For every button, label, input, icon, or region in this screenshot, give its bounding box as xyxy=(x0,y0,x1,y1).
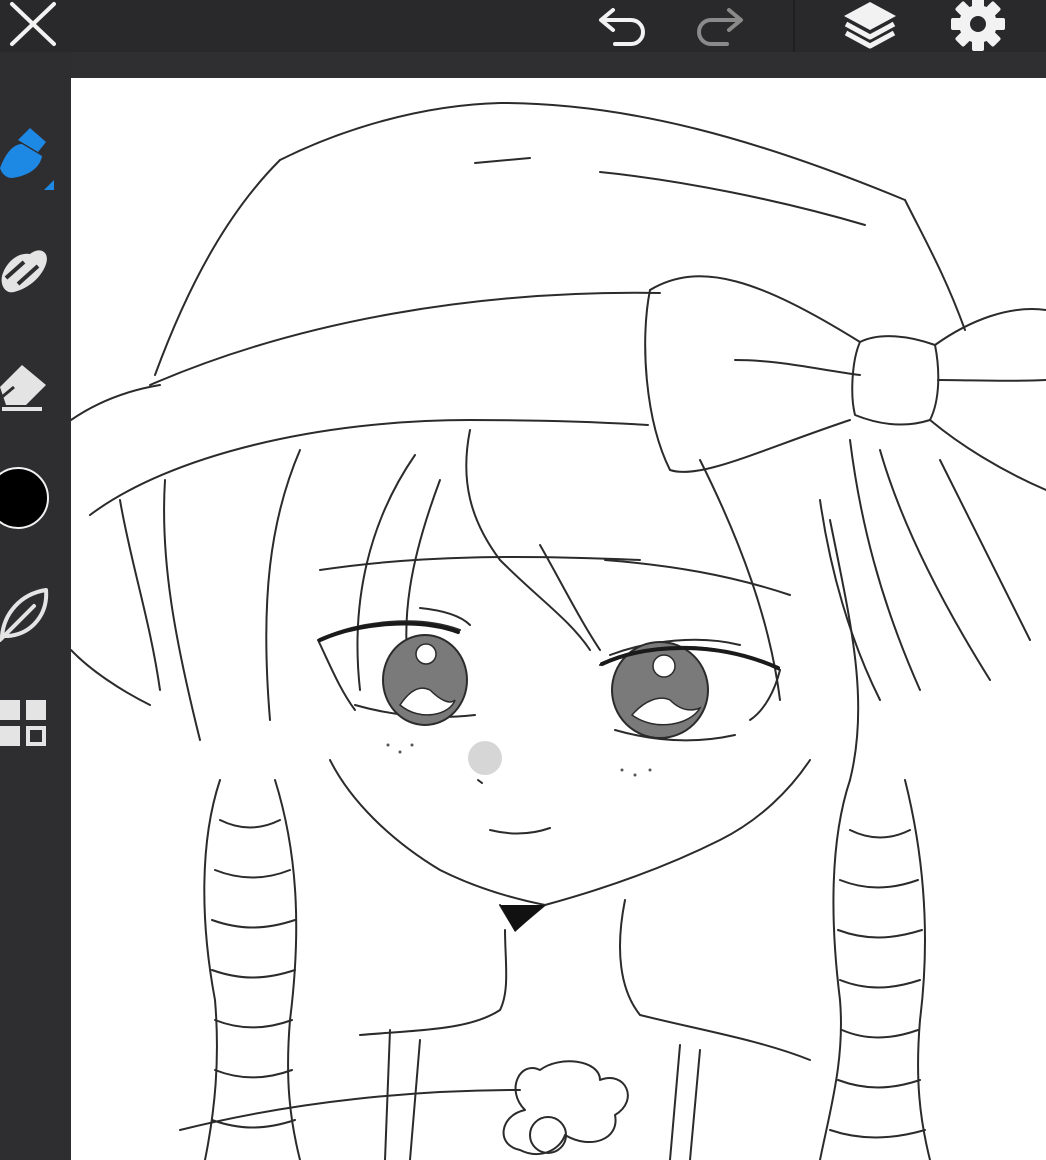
close-button[interactable] xyxy=(0,0,60,52)
tool-sidebar xyxy=(0,52,71,1160)
top-toolbar xyxy=(0,0,1046,52)
layers-button[interactable] xyxy=(830,0,910,52)
redo-button[interactable] xyxy=(684,0,754,52)
color-swatch-icon xyxy=(0,467,49,529)
leaf-icon xyxy=(0,588,49,642)
close-icon xyxy=(10,2,56,46)
gear-icon xyxy=(950,0,1005,51)
undo-button[interactable] xyxy=(588,0,658,52)
eraser-icon xyxy=(0,365,46,411)
redo-icon xyxy=(697,8,743,46)
grid-icon xyxy=(0,700,46,746)
canvas-top-margin xyxy=(0,52,1046,78)
settings-button[interactable] xyxy=(940,0,1015,52)
brush-icon xyxy=(0,128,54,190)
line-art-sketch xyxy=(71,102,1046,1160)
color-picker-button[interactable] xyxy=(0,460,60,536)
smudge-tool-button[interactable] xyxy=(0,232,60,308)
toolbar-divider xyxy=(793,0,795,52)
smudge-icon xyxy=(1,250,47,293)
undo-icon xyxy=(599,8,645,46)
eraser-tool-button[interactable] xyxy=(0,347,60,423)
brush-tool-button[interactable] xyxy=(0,122,60,198)
layers-icon xyxy=(844,2,896,49)
gallery-button[interactable] xyxy=(0,688,60,764)
drawing-canvas[interactable] xyxy=(71,78,1046,1160)
brush-library-button[interactable] xyxy=(0,574,60,650)
